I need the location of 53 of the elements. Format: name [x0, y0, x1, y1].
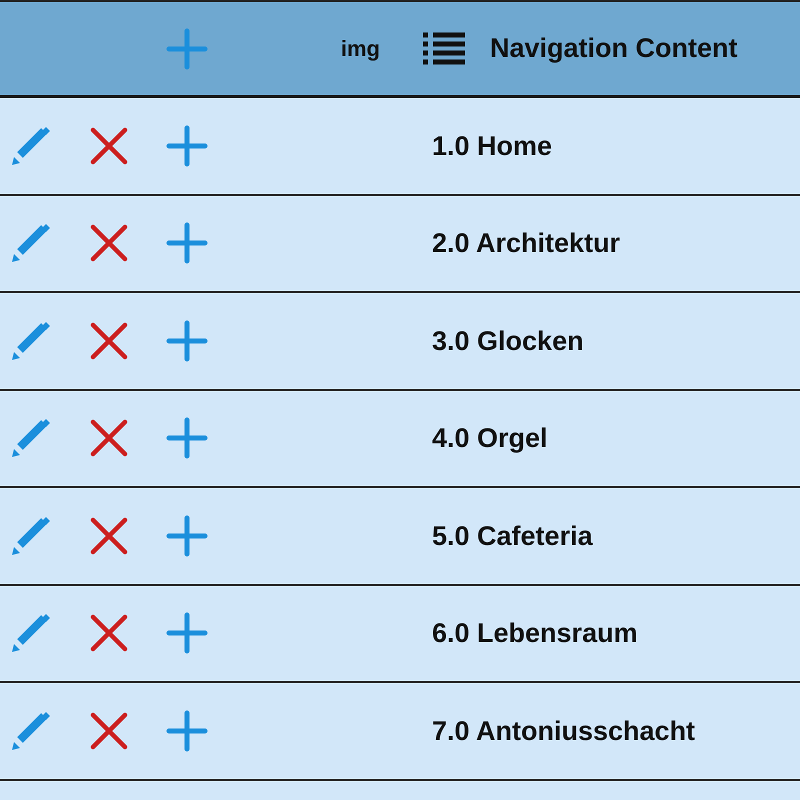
- pencil-icon: [12, 419, 52, 458]
- x-icon: [90, 224, 128, 262]
- x-icon: [90, 322, 128, 360]
- add-button[interactable]: [166, 124, 208, 167]
- x-icon: [90, 419, 128, 458]
- nav-entry-title: 1.0 Home: [432, 130, 552, 162]
- nav-entry-title: 2.0 Architektur: [432, 227, 620, 260]
- delete-button[interactable]: [90, 322, 128, 360]
- edit-button[interactable]: [12, 322, 52, 360]
- column-header: Navigation Content: [490, 32, 738, 66]
- delete-button[interactable]: [90, 419, 128, 458]
- plus-icon: [166, 320, 208, 362]
- delete-button[interactable]: [90, 126, 128, 165]
- pencil-icon: [12, 224, 52, 262]
- list-icon: [423, 30, 465, 66]
- nav-entry-title: 3.0 Glocken: [432, 324, 584, 358]
- plus-icon: [166, 124, 208, 167]
- plus-icon: [166, 222, 208, 264]
- delete-button[interactable]: [90, 712, 128, 750]
- delete-button[interactable]: [90, 516, 128, 555]
- plus-icon: [166, 710, 208, 752]
- nav-entry-title: 4.0 Orgel: [432, 422, 548, 455]
- pencil-icon: [12, 126, 52, 165]
- add-button[interactable]: [166, 417, 208, 460]
- edit-button[interactable]: [12, 516, 52, 555]
- nav-entry-title: 7.0 Antoniusschacht: [432, 714, 696, 748]
- add-button[interactable]: [166, 320, 208, 362]
- delete-button[interactable]: [90, 224, 128, 262]
- plus-icon: [166, 612, 208, 654]
- add-button[interactable]: [166, 222, 208, 264]
- edit-button[interactable]: [12, 614, 52, 652]
- nav-entry-title: 6.0 Lebensraum: [432, 617, 638, 650]
- plus-icon: [166, 28, 208, 70]
- add-button[interactable]: [166, 710, 208, 752]
- x-icon: [90, 614, 128, 652]
- x-icon: [90, 712, 128, 750]
- edit-button[interactable]: [12, 712, 52, 750]
- pencil-icon: [12, 712, 52, 750]
- nav-entry-title: 5.0 Cafeteria: [432, 520, 593, 552]
- plus-icon: [166, 417, 208, 460]
- x-icon: [90, 126, 128, 165]
- plus-icon: [166, 514, 208, 557]
- edit-button[interactable]: [12, 419, 52, 458]
- pencil-icon: [12, 516, 52, 555]
- column-header: img: [340, 35, 380, 63]
- edit-button[interactable]: [12, 224, 52, 262]
- x-icon: [90, 516, 128, 555]
- edit-button[interactable]: [12, 126, 52, 165]
- delete-button[interactable]: [90, 614, 128, 652]
- pencil-icon: [12, 322, 52, 360]
- add-button[interactable]: [166, 612, 208, 654]
- add-button[interactable]: [166, 514, 208, 557]
- pencil-icon: [12, 614, 52, 652]
